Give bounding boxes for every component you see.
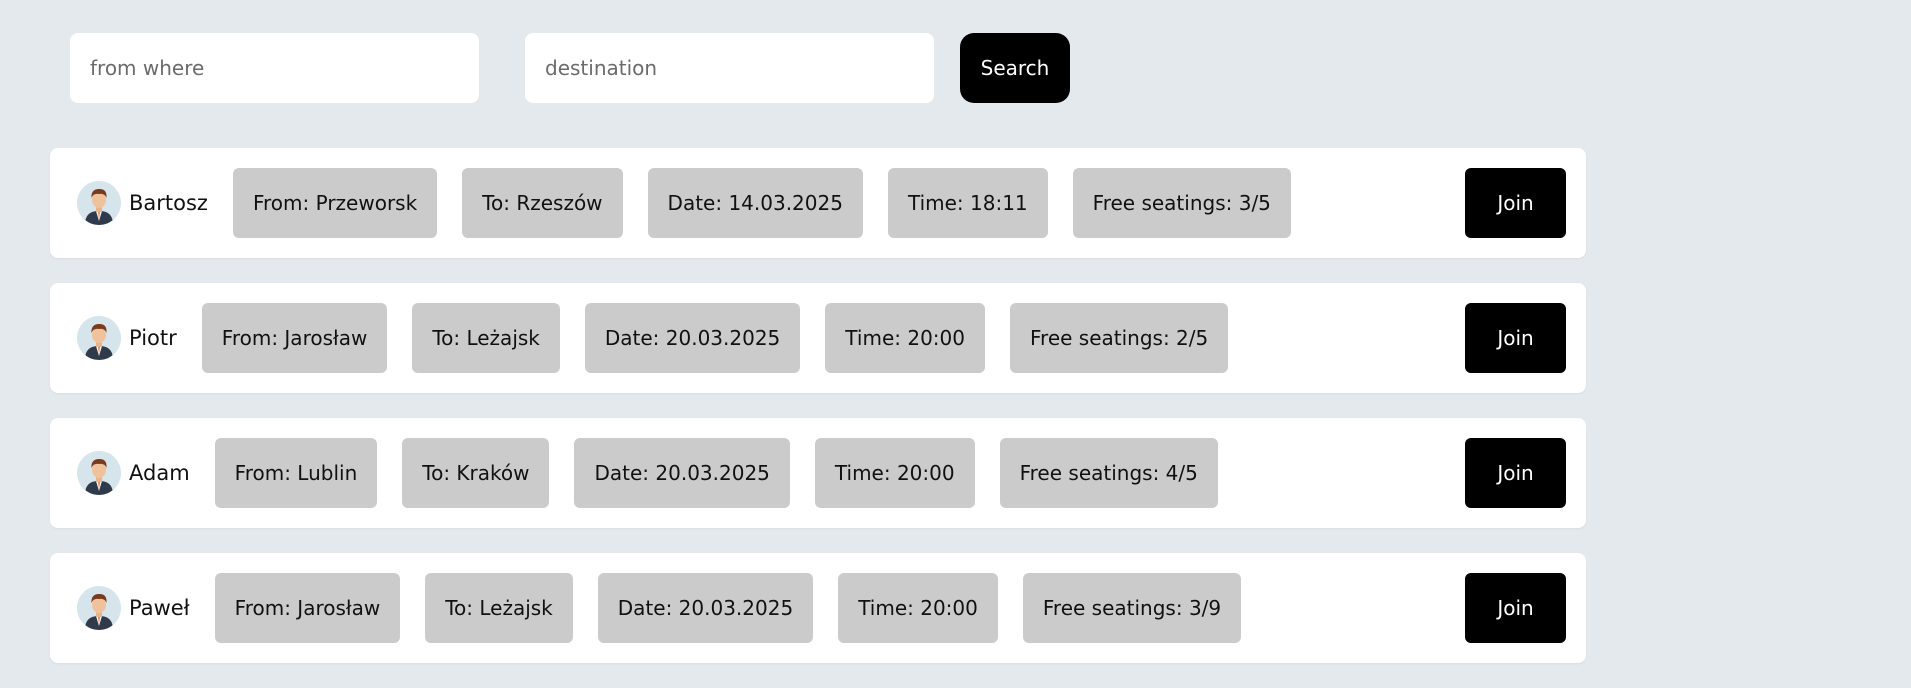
user-avatar-icon (77, 451, 121, 495)
seats-chip: Free seatings: 2/5 (1009, 303, 1229, 373)
seats-chip: Free seatings: 4/5 (999, 438, 1218, 508)
join-button[interactable]: Join (1465, 303, 1566, 373)
to-chip: To: Leżajsk (425, 573, 573, 643)
date-chip: Date: 20.03.2025 (574, 438, 790, 508)
driver: Bartosz (77, 181, 208, 225)
date-chip: Date: 20.03.2025 (584, 303, 801, 373)
seats-chip: Free seatings: 3/5 (1072, 168, 1291, 238)
driver: Paweł (77, 586, 190, 630)
driver: Adam (77, 451, 190, 495)
to-chip: To: Kraków (402, 438, 550, 508)
from-chip: From: Przeworsk (232, 168, 438, 238)
destination-input[interactable] (525, 33, 934, 103)
ride-card: Piotr From: Jarosław To: Leżajsk Date: 2… (50, 283, 1586, 393)
join-button[interactable]: Join (1465, 438, 1566, 508)
time-chip: Time: 20:00 (825, 303, 985, 373)
from-input[interactable] (70, 33, 479, 103)
date-chip: Date: 20.03.2025 (597, 573, 814, 643)
ride-list: Bartosz From: Przeworsk To: Rzeszów Date… (50, 148, 1586, 688)
ride-card: Bartosz From: Przeworsk To: Rzeszów Date… (50, 148, 1586, 258)
ride-card: Adam From: Lublin To: Kraków Date: 20.03… (50, 418, 1586, 528)
ride-card: Paweł From: Jarosław To: Leżajsk Date: 2… (50, 553, 1586, 663)
driver: Piotr (77, 316, 177, 360)
time-chip: Time: 18:11 (887, 168, 1048, 238)
time-chip: Time: 20:00 (814, 438, 975, 508)
join-button[interactable]: Join (1465, 573, 1566, 643)
driver-name: Bartosz (129, 191, 208, 215)
search-button[interactable]: Search (960, 33, 1070, 103)
time-chip: Time: 20:00 (838, 573, 998, 643)
from-chip: From: Jarosław (214, 573, 401, 643)
driver-name: Adam (129, 461, 190, 485)
user-avatar-icon (77, 181, 121, 225)
from-chip: From: Jarosław (201, 303, 388, 373)
to-chip: To: Rzeszów (462, 168, 623, 238)
user-avatar-icon (77, 586, 121, 630)
date-chip: Date: 14.03.2025 (647, 168, 863, 238)
join-button[interactable]: Join (1465, 168, 1566, 238)
user-avatar-icon (77, 316, 121, 360)
driver-name: Piotr (129, 326, 177, 350)
driver-name: Paweł (129, 596, 190, 620)
to-chip: To: Leżajsk (412, 303, 560, 373)
seats-chip: Free seatings: 3/9 (1022, 573, 1242, 643)
search-bar: Search (70, 33, 1070, 103)
from-chip: From: Lublin (214, 438, 378, 508)
